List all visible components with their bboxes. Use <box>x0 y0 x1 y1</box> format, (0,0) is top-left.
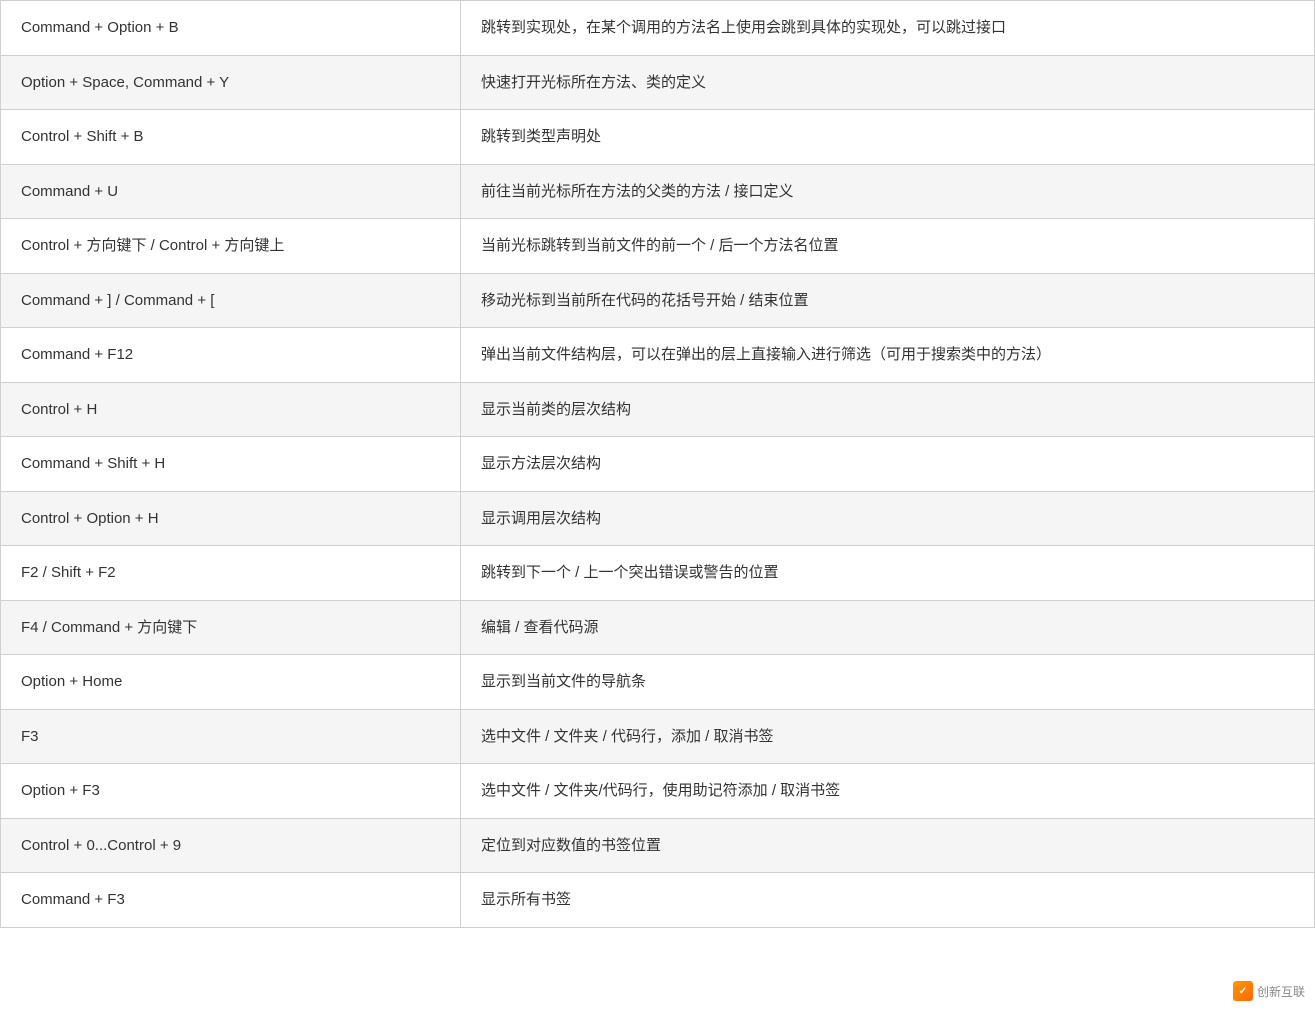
shortcut-description: 弹出当前文件结构层，可以在弹出的层上直接输入进行筛选（可用于搜索类中的方法） <box>461 328 1315 383</box>
table-row: Option + F3选中文件 / 文件夹/代码行，使用助记符添加 / 取消书签 <box>1 764 1315 819</box>
watermark: ✓ 创新互联 <box>1233 981 1305 1001</box>
shortcut-key: Control + H <box>1 382 461 437</box>
table-row: Command + F3显示所有书签 <box>1 873 1315 928</box>
shortcut-key: Command + Option + B <box>1 1 461 56</box>
shortcut-description: 跳转到下一个 / 上一个突出错误或警告的位置 <box>461 546 1315 601</box>
shortcut-description: 定位到对应数值的书签位置 <box>461 818 1315 873</box>
table-row: Option + Space, Command + Y快速打开光标所在方法、类的… <box>1 55 1315 110</box>
table-row: Control + 方向键下 / Control + 方向键上当前光标跳转到当前… <box>1 219 1315 274</box>
shortcut-description: 当前光标跳转到当前文件的前一个 / 后一个方法名位置 <box>461 219 1315 274</box>
shortcut-description: 跳转到类型声明处 <box>461 110 1315 165</box>
table-row: Command + U前往当前光标所在方法的父类的方法 / 接口定义 <box>1 164 1315 219</box>
table-row: Command + Shift + H显示方法层次结构 <box>1 437 1315 492</box>
table-row: Command + F12弹出当前文件结构层，可以在弹出的层上直接输入进行筛选（… <box>1 328 1315 383</box>
shortcut-description: 编辑 / 查看代码源 <box>461 600 1315 655</box>
shortcut-description: 跳转到实现处，在某个调用的方法名上使用会跳到具体的实现处，可以跳过接口 <box>461 1 1315 56</box>
table-row: Control + 0...Control + 9定位到对应数值的书签位置 <box>1 818 1315 873</box>
shortcut-key: Command + ] / Command + [ <box>1 273 461 328</box>
shortcut-key: Command + F3 <box>1 873 461 928</box>
table-row: Control + H显示当前类的层次结构 <box>1 382 1315 437</box>
shortcut-description: 显示调用层次结构 <box>461 491 1315 546</box>
watermark-text: 创新互联 <box>1257 983 1305 1000</box>
table-row: Command + Option + B跳转到实现处，在某个调用的方法名上使用会… <box>1 1 1315 56</box>
table-row: F2 / Shift + F2跳转到下一个 / 上一个突出错误或警告的位置 <box>1 546 1315 601</box>
table-row: F4 / Command + 方向键下编辑 / 查看代码源 <box>1 600 1315 655</box>
table-row: F3选中文件 / 文件夹 / 代码行，添加 / 取消书签 <box>1 709 1315 764</box>
shortcut-description: 显示到当前文件的导航条 <box>461 655 1315 710</box>
table-row: Control + Option + H显示调用层次结构 <box>1 491 1315 546</box>
shortcut-key: Option + F3 <box>1 764 461 819</box>
shortcut-key: Control + Shift + B <box>1 110 461 165</box>
table-row: Option + Home显示到当前文件的导航条 <box>1 655 1315 710</box>
shortcut-key: Option + Home <box>1 655 461 710</box>
table-row: Control + Shift + B跳转到类型声明处 <box>1 110 1315 165</box>
table-row: Command + ] / Command + [移动光标到当前所在代码的花括号… <box>1 273 1315 328</box>
shortcut-key: Command + F12 <box>1 328 461 383</box>
shortcut-description: 前往当前光标所在方法的父类的方法 / 接口定义 <box>461 164 1315 219</box>
shortcut-description: 显示方法层次结构 <box>461 437 1315 492</box>
shortcut-key: F2 / Shift + F2 <box>1 546 461 601</box>
shortcut-description: 显示当前类的层次结构 <box>461 382 1315 437</box>
shortcut-key: Control + 方向键下 / Control + 方向键上 <box>1 219 461 274</box>
shortcut-description: 选中文件 / 文件夹 / 代码行，添加 / 取消书签 <box>461 709 1315 764</box>
shortcut-description: 显示所有书签 <box>461 873 1315 928</box>
shortcut-key: F3 <box>1 709 461 764</box>
shortcut-key: F4 / Command + 方向键下 <box>1 600 461 655</box>
shortcut-key: Option + Space, Command + Y <box>1 55 461 110</box>
shortcuts-table: Command + Option + B跳转到实现处，在某个调用的方法名上使用会… <box>0 0 1315 928</box>
watermark-icon: ✓ <box>1233 981 1253 1001</box>
shortcut-key: Control + Option + H <box>1 491 461 546</box>
shortcut-key: Command + U <box>1 164 461 219</box>
shortcut-description: 选中文件 / 文件夹/代码行，使用助记符添加 / 取消书签 <box>461 764 1315 819</box>
shortcut-description: 移动光标到当前所在代码的花括号开始 / 结束位置 <box>461 273 1315 328</box>
shortcut-description: 快速打开光标所在方法、类的定义 <box>461 55 1315 110</box>
shortcut-key: Control + 0...Control + 9 <box>1 818 461 873</box>
shortcut-key: Command + Shift + H <box>1 437 461 492</box>
